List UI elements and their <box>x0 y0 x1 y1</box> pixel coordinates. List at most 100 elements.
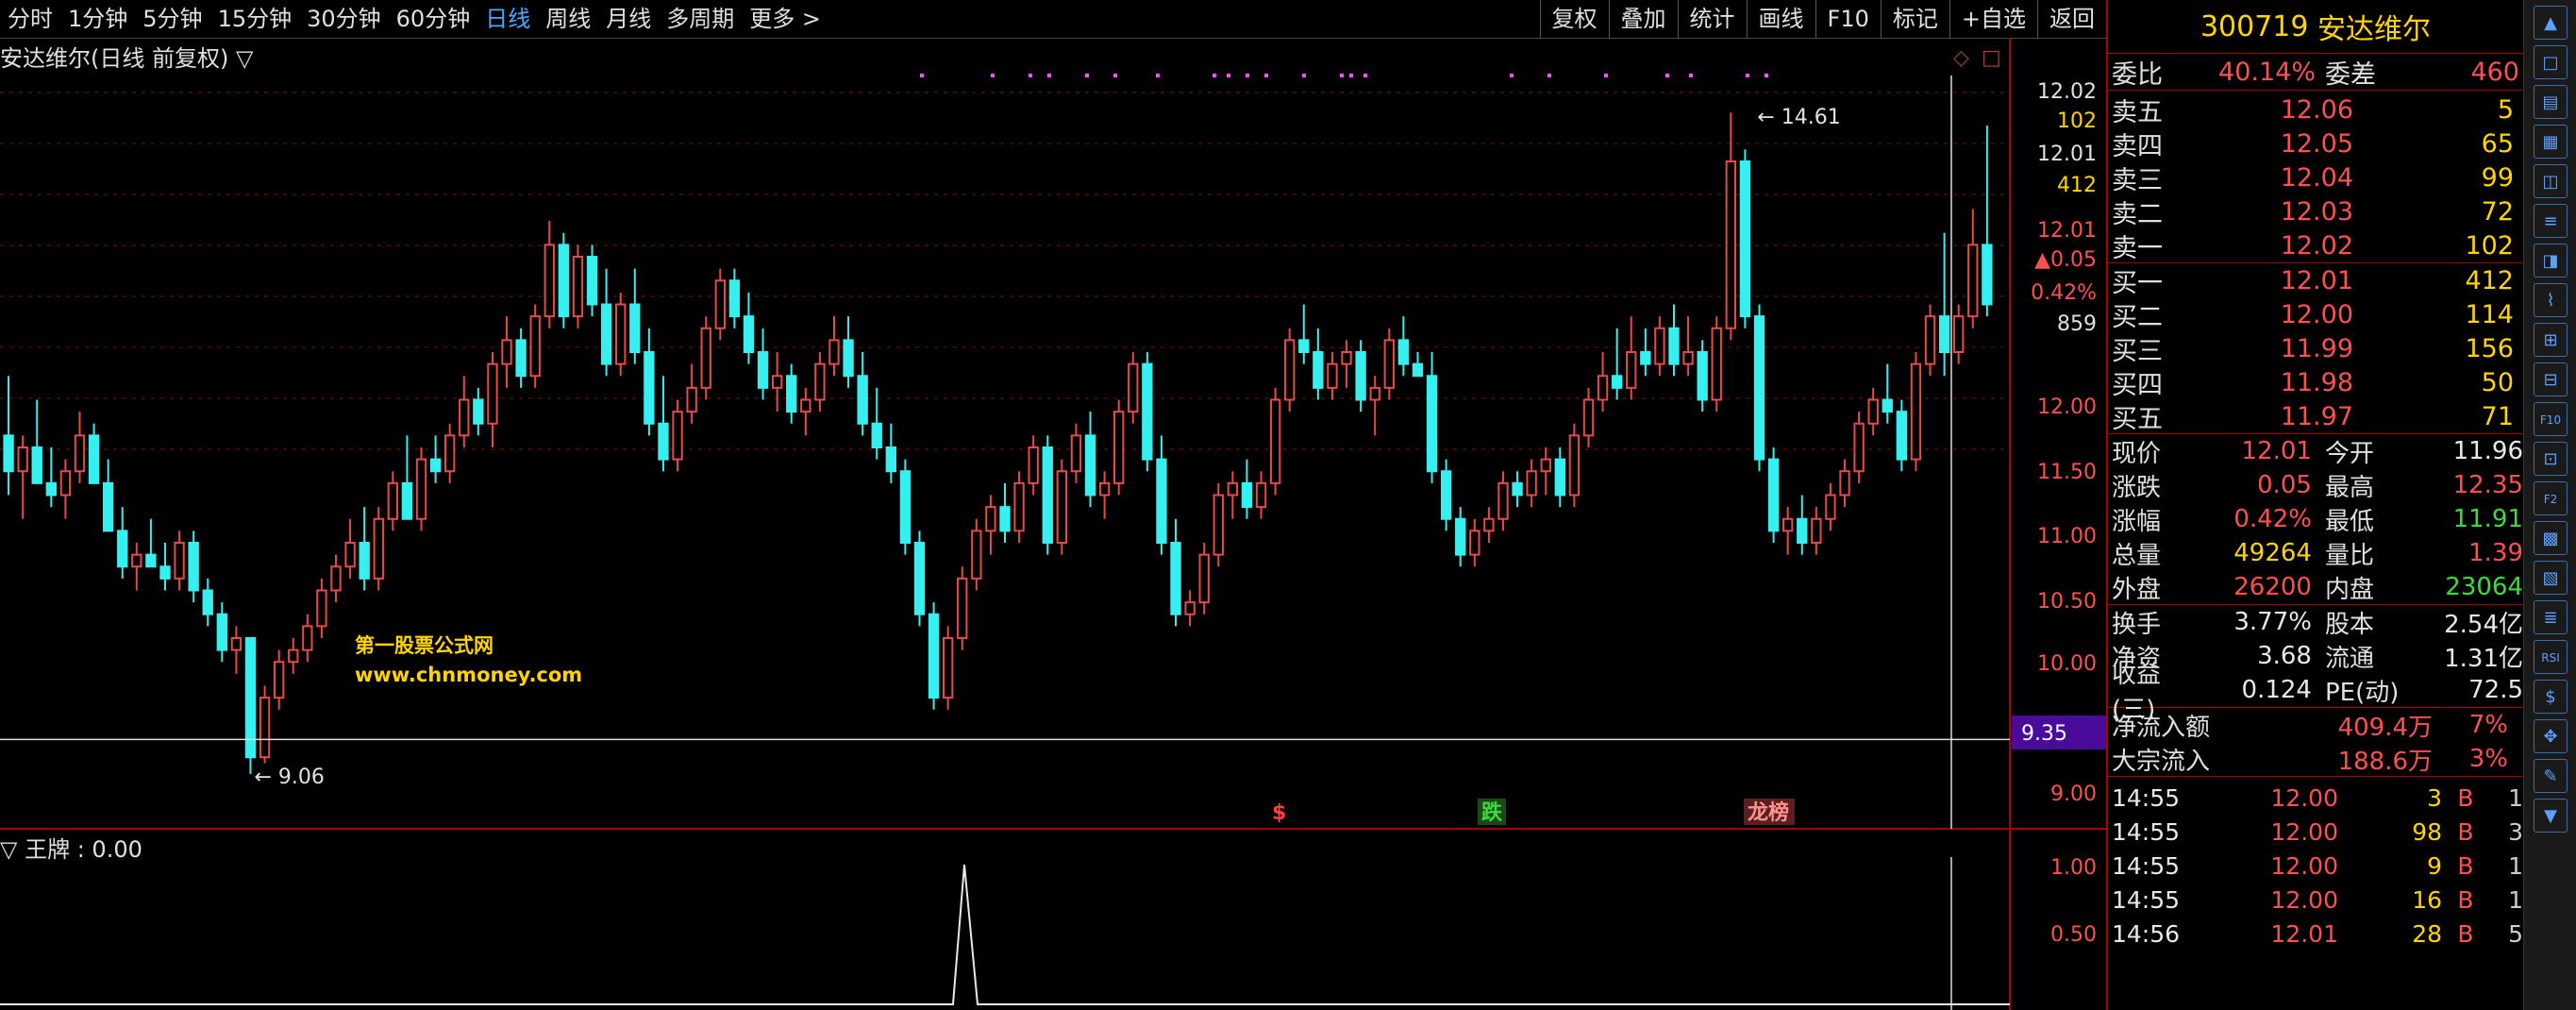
sell-label: 卖三 <box>2112 165 2163 195</box>
candle <box>316 578 327 638</box>
candle <box>1084 412 1096 508</box>
stock-header[interactable]: 300719 安达维尔 <box>2108 0 2523 54</box>
sell-row[interactable]: 卖二 12.03 72 <box>2108 194 2523 229</box>
event-marker[interactable]: $ <box>1272 801 1286 825</box>
candle <box>1753 304 1765 472</box>
candle <box>244 637 257 774</box>
sell-row[interactable]: 卖一 12.02 102 <box>2108 228 2523 263</box>
tool-icon-bar: ▲ □ ▤ ▦ ◫ ≡ ◨ ⌇ ⊞ ⊟ F10 ⊡ F2 ▩ ▧ ≣ RSI $ ✥ ✎ ▼ <box>2523 0 2576 1010</box>
candle <box>1839 459 1850 508</box>
tick-list[interactable]: 14:55 12.00 3 B 1 14:55 12.00 98 B 3 14:55 12.00 9 B 1… <box>2108 777 2523 951</box>
toolbar-button-7[interactable]: 返回 <box>2037 0 2106 38</box>
buy-row[interactable]: 买四 11.98 50 <box>2108 365 2523 400</box>
period-tab-8[interactable]: 月线 <box>598 0 659 38</box>
menu-icon[interactable]: ≣ <box>2534 600 2568 634</box>
toolbar-button-5[interactable]: 标记 <box>1880 0 1949 38</box>
quote-value: 11.91 <box>2452 505 2523 533</box>
price-axis-label: 12.01 <box>2037 143 2097 166</box>
toolbar-button-4[interactable]: F10 <box>1815 0 1881 38</box>
candle <box>216 602 228 663</box>
chart-icon[interactable]: ⌇ <box>2534 283 2568 317</box>
candle <box>429 435 442 483</box>
pencil-icon[interactable]: ✎ <box>2534 759 2568 793</box>
tick-volume: 98 <box>2412 817 2442 846</box>
signal-dot <box>1604 74 1608 77</box>
period-tab-5[interactable]: 60分钟 <box>389 0 478 38</box>
candle <box>1654 316 1665 377</box>
buy-label: 买四 <box>2112 370 2163 400</box>
event-marker[interactable]: 跌 <box>1481 801 1503 825</box>
period-tab-9[interactable]: 多周期 <box>659 0 742 38</box>
tick-count: 1 <box>2508 783 2523 812</box>
box-icon[interactable]: ⊡ <box>2534 442 2568 476</box>
f2-icon[interactable]: F2 <box>2534 481 2568 515</box>
period-tab-3[interactable]: 15分钟 <box>210 0 300 38</box>
event-marker[interactable]: 龙榜 <box>1748 800 1789 825</box>
f10-icon[interactable]: F10 <box>2534 402 2568 436</box>
move-icon[interactable]: ✥ <box>2534 719 2568 753</box>
candle <box>1611 328 1623 400</box>
list-icon[interactable]: ≡ <box>2534 204 2568 238</box>
candle <box>1412 352 1424 378</box>
kline-chart[interactable]: ← 14.61 ← 9.06 12.02 102 12.01 412 12.01 ▲0.05 0… <box>0 38 2106 1010</box>
signal-dot <box>1689 74 1693 77</box>
period-tab-1[interactable]: 1分钟 <box>60 0 135 38</box>
layout-alt-icon[interactable]: ⊟ <box>2534 362 2568 396</box>
candle <box>1013 471 1025 543</box>
tick-count: 3 <box>2508 817 2523 846</box>
scroll-down-icon[interactable]: ▼ <box>2534 799 2568 833</box>
quote-row: 外盘 26200 内盘 23064 <box>2108 570 2523 604</box>
stripe-icon[interactable]: ▧ <box>2534 561 2568 595</box>
sell-row[interactable]: 卖四 12.05 65 <box>2108 126 2523 161</box>
period-tab-2[interactable]: 5分钟 <box>135 0 209 38</box>
period-tab-6[interactable]: 日线 <box>477 0 538 38</box>
tick-time: 14:55 <box>2112 885 2181 914</box>
rsi-icon[interactable]: RSI <box>2534 640 2568 674</box>
candle <box>273 649 285 710</box>
diamond-icon[interactable]: ◇ <box>1953 46 1969 70</box>
period-tab-10[interactable]: 更多 > <box>742 0 828 38</box>
toolbar-button-1[interactable]: 叠加 <box>1608 0 1678 38</box>
tick-row: 14:55 12.00 3 B 1 <box>2108 781 2523 815</box>
sell-row[interactable]: 卖三 12.04 99 <box>2108 160 2523 195</box>
quote-label: 内盘 <box>2324 575 2374 604</box>
buy-row[interactable]: 买一 12.01 412 <box>2108 263 2523 298</box>
period-tab-7[interactable]: 周线 <box>538 0 598 38</box>
buy-row[interactable]: 买二 12.00 114 <box>2108 297 2523 332</box>
toolbar-button-0[interactable]: 复权 <box>1539 0 1609 38</box>
grid-icon[interactable]: ▦ <box>2534 125 2568 159</box>
candle <box>1867 387 1879 436</box>
toolbar-button-3[interactable]: 画线 <box>1746 0 1815 38</box>
period-tab-4[interactable]: 30分钟 <box>299 0 389 38</box>
panel-icon[interactable]: ◫ <box>2534 164 2568 198</box>
toolbar-button-2[interactable]: 统计 <box>1677 0 1747 38</box>
candle <box>1982 126 1993 317</box>
dollar-icon[interactable]: $ <box>2534 680 2568 714</box>
scroll-up-icon[interactable]: ▲ <box>2534 6 2568 40</box>
signal-dot <box>1363 74 1367 77</box>
price-axis-label: 0.42% <box>2031 281 2097 305</box>
period-tab-0[interactable]: 分时 <box>0 0 60 38</box>
window-icon[interactable]: □ <box>2534 45 2568 79</box>
sell-row[interactable]: 卖五 12.06 5 <box>2108 93 2523 127</box>
toolbar-button-6[interactable]: +自选 <box>1949 0 2037 38</box>
buy-row[interactable]: 买五 11.97 71 <box>2108 399 2523 434</box>
window-icon[interactable]: □ <box>1982 46 2001 70</box>
candle <box>1184 590 1196 627</box>
table-icon[interactable]: ▤ <box>2534 85 2568 119</box>
quote-value: 0.42% <box>2233 505 2312 533</box>
candle <box>373 507 384 591</box>
candle <box>1568 423 1581 508</box>
tick-count: 1 <box>2508 885 2523 914</box>
layout-icon[interactable]: ⊞ <box>2534 323 2568 357</box>
buy-row[interactable]: 买三 11.99 156 <box>2108 331 2523 366</box>
quote-value: 0.05 <box>2257 471 2312 499</box>
split-icon[interactable]: ◨ <box>2534 244 2568 278</box>
candle <box>1028 435 1039 496</box>
indicator-line <box>0 864 2010 1005</box>
heatmap-icon[interactable]: ▩ <box>2534 521 2568 555</box>
tick-volume: 3 <box>2427 783 2442 812</box>
candle <box>1070 423 1082 483</box>
quote-row: 总量 49264 量比 1.39 <box>2108 536 2523 570</box>
quote-row: 涨幅 0.42% 最低 11.91 <box>2108 502 2523 536</box>
